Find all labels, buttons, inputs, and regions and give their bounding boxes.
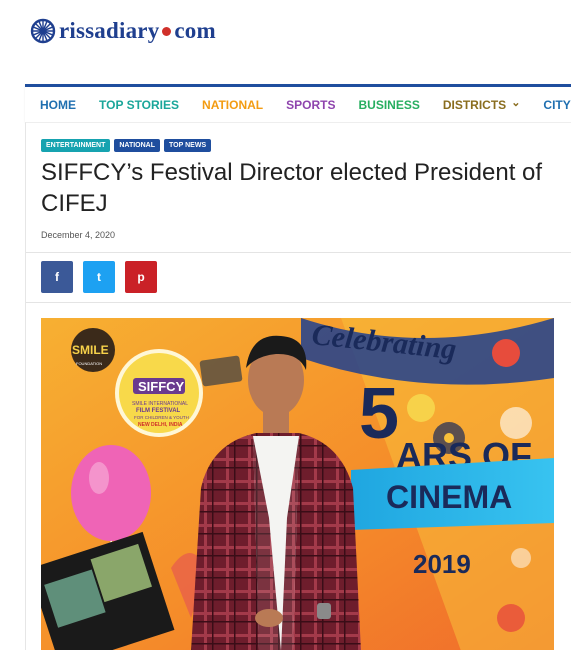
nav-item-label: TOP STORIES — [99, 97, 180, 112]
nav-item-label: SPORTS — [286, 97, 336, 112]
nav-item-home[interactable]: HOME — [40, 98, 76, 112]
site-logo[interactable]: rissadiary com — [30, 18, 216, 44]
twitter-icon: t — [97, 270, 101, 284]
logo-dot — [162, 27, 172, 37]
article-date: December 4, 2020 — [41, 230, 116, 240]
nav-item-top-stories[interactable]: TOP STORIES — [99, 98, 179, 112]
tag-top-news[interactable]: TOP NEWS — [164, 139, 212, 152]
tag-entertainment[interactable]: ENTERTAINMENT — [41, 139, 111, 152]
facebook-share-button[interactable]: f — [41, 261, 73, 293]
nav-item-label: CITY — [543, 97, 571, 112]
ashoka-wheel-icon — [30, 18, 56, 44]
banner-year: 2019 — [413, 549, 471, 579]
nav-item-label: HOME — [40, 97, 76, 112]
siffcy-logo-name: SIFFCY — [138, 379, 185, 394]
logo-text-tld: com — [174, 18, 216, 43]
smile-logo-sub: FOUNDATION — [76, 361, 102, 366]
hero-photo-illustration: Celebrating 5 ARS OF CINEMA 2019 SMILE F… — [41, 318, 554, 650]
divider — [26, 252, 571, 253]
banner-cinema: CINEMA — [386, 479, 512, 515]
smile-logo-text: SMILE — [72, 343, 109, 357]
nav-item-city[interactable]: CITY⌄ — [543, 98, 571, 112]
article-container: ENTERTAINMENT NATIONAL TOP NEWS SIFFCY’s F… — [25, 122, 571, 650]
article-title: SIFFCY’s Festival Director elected Presi… — [41, 159, 543, 217]
nav-item-national[interactable]: NATIONAL — [202, 98, 263, 112]
chevron-down-icon: ⌄ — [511, 96, 521, 109]
nav-item-sports[interactable]: SPORTS — [286, 98, 335, 112]
siffcy-sub-4: NEW DELHI, INDIA — [138, 422, 183, 428]
pinterest-share-button[interactable]: p — [125, 261, 157, 293]
nav-item-label: NATIONAL — [202, 97, 264, 112]
category-tags: ENTERTAINMENT NATIONAL TOP NEWS — [41, 139, 212, 152]
tag-national[interactable]: NATIONAL — [114, 139, 161, 152]
logo-text: rissadiary com — [59, 18, 216, 44]
logo-text-main: rissadiary — [59, 18, 160, 43]
divider — [26, 302, 571, 303]
siffcy-sub-2: FILM FESTIVAL — [136, 408, 181, 414]
nav-item-label: BUSINESS — [358, 97, 420, 112]
pinterest-icon: p — [137, 270, 145, 284]
facebook-icon: f — [55, 270, 59, 284]
hero-image[interactable]: Celebrating 5 ARS OF CINEMA 2019 SMILE F… — [41, 318, 554, 650]
main-navigation: HOME TOP STORIES NATIONAL SPORTS BUSINESS DIS… — [25, 84, 571, 122]
nav-item-districts[interactable]: DISTRICTS ⌄ — [442, 96, 521, 112]
nav-item-business[interactable]: BUSINESS — [358, 98, 419, 112]
nav-item-label: DISTRICTS — [442, 97, 507, 112]
siffcy-sub-1: SMILE INTERNATIONAL — [132, 401, 188, 407]
banner-number: 5 — [359, 374, 399, 454]
siffcy-sub-3: FOR CHILDREN & YOUTH — [134, 415, 189, 420]
share-buttons: ftp — [41, 261, 157, 293]
site-header: rissadiary com — [0, 0, 571, 84]
twitter-share-button[interactable]: t — [83, 261, 115, 293]
